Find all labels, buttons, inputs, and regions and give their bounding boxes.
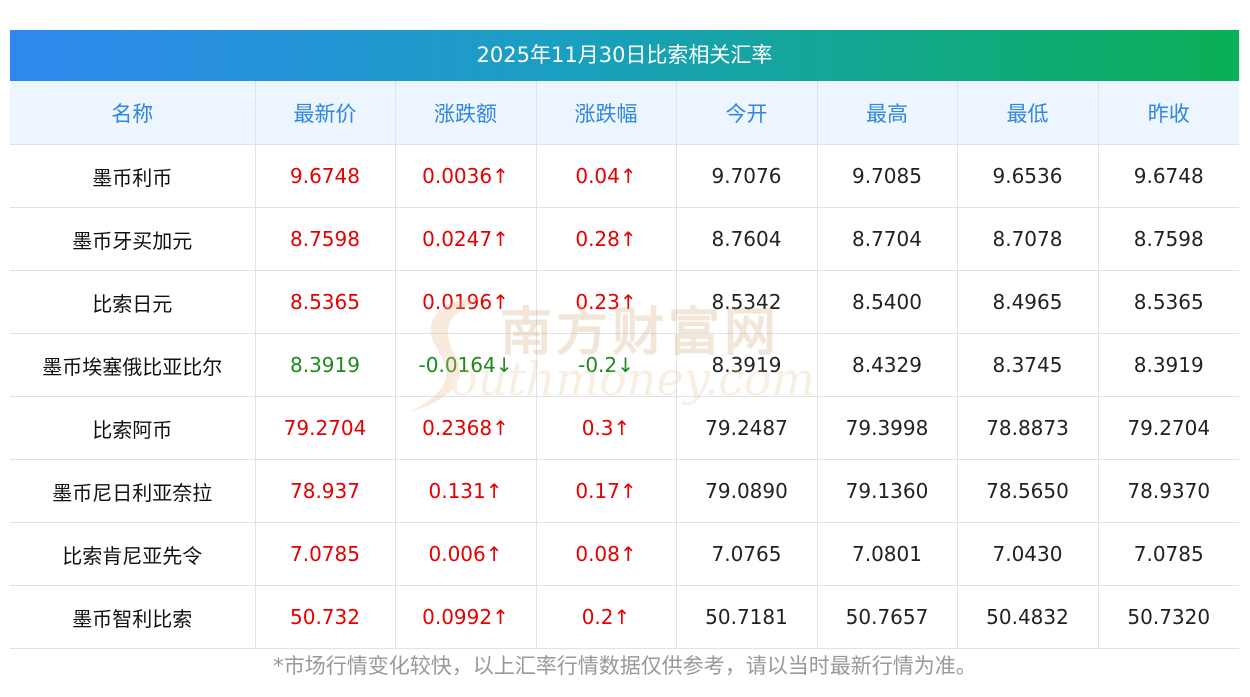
cell-open: 8.7604: [676, 207, 818, 271]
cell-low: 78.5650: [957, 459, 1099, 523]
cell-pct: 0.3↑: [536, 396, 677, 460]
cell-prev: 8.7598: [1098, 207, 1239, 271]
cell-prev: 79.2704: [1098, 396, 1239, 460]
cell-low: 78.8873: [957, 396, 1099, 460]
col-header-prev: 昨收: [1098, 81, 1239, 145]
cell-low: 7.0430: [957, 522, 1099, 586]
table-row: 比索日元 8.5365 0.0196↑ 0.23↑ 8.5342 8.5400 8.4965…: [10, 270, 1239, 334]
cell-prev: 9.6748: [1098, 144, 1239, 208]
cell-prev: 8.5365: [1098, 270, 1239, 334]
table-row: 墨币埃塞俄比亚比尔 8.3919 -0.0164↓ -0.2↓ 8.3919 8.4329…: [10, 333, 1239, 397]
cell-latest: 79.2704: [255, 396, 396, 460]
cell-high: 9.7085: [817, 144, 958, 208]
cell-name: 墨币尼日利亚奈拉: [10, 459, 256, 523]
cell-change: 0.006↑: [395, 522, 537, 586]
cell-high: 79.3998: [817, 396, 958, 460]
cell-latest: 9.6748: [255, 144, 396, 208]
cell-open: 79.0890: [676, 459, 818, 523]
cell-open: 9.7076: [676, 144, 818, 208]
cell-latest: 7.0785: [255, 522, 396, 586]
cell-low: 50.4832: [957, 585, 1099, 649]
table-row: 墨币智利比索 50.732 0.0992↑ 0.2↑ 50.7181 50.7657 50.…: [10, 585, 1239, 649]
cell-change: 0.2368↑: [395, 396, 537, 460]
cell-high: 79.1360: [817, 459, 958, 523]
cell-change: 0.0247↑: [395, 207, 537, 271]
cell-change: 0.0992↑: [395, 585, 537, 649]
cell-low: 8.4965: [957, 270, 1099, 334]
cell-prev: 50.7320: [1098, 585, 1239, 649]
rate-table: 名称 最新价 涨跌额 涨跌幅 今开 最高 最低 昨收 墨币利币 9.6748 0.0…: [10, 81, 1239, 649]
cell-high: 50.7657: [817, 585, 958, 649]
cell-prev: 7.0785: [1098, 522, 1239, 586]
cell-change: 0.131↑: [395, 459, 537, 523]
footnote: *市场行情变化较快，以上汇率行情数据仅供参考，请以当时最新行情为准。: [273, 654, 977, 678]
cell-prev: 78.9370: [1098, 459, 1239, 523]
cell-change: 0.0036↑: [395, 144, 537, 208]
cell-latest: 8.7598: [255, 207, 396, 271]
table-row: 墨币尼日利亚奈拉 78.937 0.131↑ 0.17↑ 79.0890 79.1360 7…: [10, 459, 1239, 523]
col-header-pct: 涨跌幅: [536, 81, 677, 145]
cell-latest: 78.937: [255, 459, 396, 523]
table-title: 2025年11月30日比索相关汇率: [10, 30, 1239, 81]
cell-high: 8.5400: [817, 270, 958, 334]
cell-change: -0.0164↓: [395, 333, 537, 397]
cell-name: 比索肯尼亚先令: [10, 522, 256, 586]
cell-open: 8.3919: [676, 333, 818, 397]
cell-name: 墨币利币: [10, 144, 256, 208]
cell-open: 50.7181: [676, 585, 818, 649]
cell-pct: 0.28↑: [536, 207, 677, 271]
col-header-latest: 最新价: [255, 81, 396, 145]
col-header-high: 最高: [817, 81, 958, 145]
cell-low: 9.6536: [957, 144, 1099, 208]
cell-prev: 8.3919: [1098, 333, 1239, 397]
col-header-change: 涨跌额: [395, 81, 537, 145]
cell-pct: -0.2↓: [536, 333, 677, 397]
cell-pct: 0.17↑: [536, 459, 677, 523]
cell-change: 0.0196↑: [395, 270, 537, 334]
cell-open: 7.0765: [676, 522, 818, 586]
cell-pct: 0.2↑: [536, 585, 677, 649]
cell-pct: 0.23↑: [536, 270, 677, 334]
cell-latest: 8.5365: [255, 270, 396, 334]
cell-high: 8.7704: [817, 207, 958, 271]
table-row: 比索阿币 79.2704 0.2368↑ 0.3↑ 79.2487 79.3998 78.8…: [10, 396, 1239, 460]
cell-pct: 0.04↑: [536, 144, 677, 208]
cell-name: 比索阿币: [10, 396, 256, 460]
cell-name: 墨币埃塞俄比亚比尔: [10, 333, 256, 397]
cell-low: 8.7078: [957, 207, 1099, 271]
col-header-name: 名称: [10, 81, 256, 145]
cell-pct: 0.08↑: [536, 522, 677, 586]
col-header-low: 最低: [957, 81, 1099, 145]
cell-name: 墨币牙买加元: [10, 207, 256, 271]
cell-name: 比索日元: [10, 270, 256, 334]
cell-name: 墨币智利比索: [10, 585, 256, 649]
cell-high: 8.4329: [817, 333, 958, 397]
cell-low: 8.3745: [957, 333, 1099, 397]
cell-latest: 8.3919: [255, 333, 396, 397]
cell-open: 8.5342: [676, 270, 818, 334]
table-row: 墨币利币 9.6748 0.0036↑ 0.04↑ 9.7076 9.7085 9.6536…: [10, 144, 1239, 208]
table-row: 墨币牙买加元 8.7598 0.0247↑ 0.28↑ 8.7604 8.7704 8.70…: [10, 207, 1239, 271]
cell-latest: 50.732: [255, 585, 396, 649]
table-row: 比索肯尼亚先令 7.0785 0.006↑ 0.08↑ 7.0765 7.0801 7.04…: [10, 522, 1239, 586]
cell-open: 79.2487: [676, 396, 818, 460]
cell-high: 7.0801: [817, 522, 958, 586]
table-header-row: 名称 最新价 涨跌额 涨跌幅 今开 最高 最低 昨收: [10, 81, 1239, 145]
rate-table-panel: 2025年11月30日比索相关汇率 名称 最新价 涨跌额 涨跌幅 今开 最高 最…: [10, 30, 1239, 649]
col-header-open: 今开: [676, 81, 818, 145]
